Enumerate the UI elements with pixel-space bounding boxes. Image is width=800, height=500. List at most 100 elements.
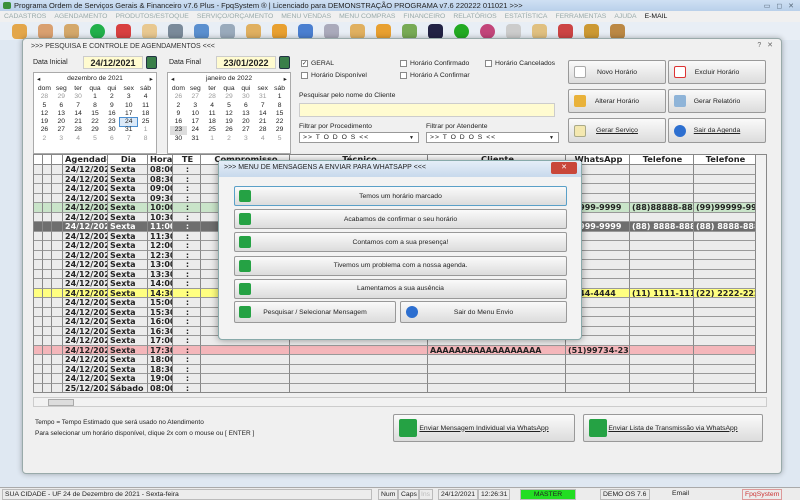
toolbar-icon-7[interactable] bbox=[194, 23, 209, 39]
calendar-day[interactable]: 31 bbox=[254, 93, 271, 101]
calendar-day[interactable]: 28 bbox=[254, 126, 271, 134]
calendar-day[interactable]: 1 bbox=[137, 126, 154, 134]
menu-item-10[interactable]: AJUDA bbox=[614, 11, 636, 22]
column-header[interactable] bbox=[34, 155, 43, 165]
calendar-day[interactable]: 7 bbox=[120, 135, 137, 143]
calendar-day[interactable]: 28 bbox=[70, 126, 87, 134]
toolbar-icon-2[interactable] bbox=[64, 23, 79, 39]
calendar-icon[interactable] bbox=[146, 56, 157, 69]
calendar-day[interactable]: 16 bbox=[103, 110, 120, 118]
toolbar-icon-22[interactable] bbox=[584, 23, 599, 39]
calendar-day[interactable]: 30 bbox=[237, 93, 254, 101]
calendar-day[interactable]: 19 bbox=[221, 118, 238, 126]
calendar-day[interactable]: 20 bbox=[237, 118, 254, 126]
column-header[interactable]: Telefone bbox=[630, 155, 694, 165]
column-header[interactable] bbox=[43, 155, 52, 165]
toolbar-icon-10[interactable] bbox=[272, 23, 287, 39]
calendar-day[interactable]: 30 bbox=[70, 93, 87, 101]
toolbar-icon-3[interactable] bbox=[90, 23, 105, 39]
calendar-day[interactable]: 5 bbox=[87, 135, 104, 143]
message-button-1[interactable]: Acabamos de confirmar o seu horário bbox=[234, 209, 567, 230]
calendar-day[interactable]: 3 bbox=[53, 135, 70, 143]
pesquisar-mensagem-button[interactable]: Pesquisar / Selecionar Mensagem bbox=[234, 301, 396, 323]
filter-checkbox-2[interactable]: Horário Cancelados bbox=[485, 60, 555, 67]
menu-item-7[interactable]: RELATÓRIOS bbox=[453, 11, 496, 22]
column-header[interactable]: TE bbox=[173, 155, 201, 165]
calendar-day[interactable]: 1 bbox=[271, 93, 288, 101]
menu-item-3[interactable]: SERVIÇO/ORÇAMENTO bbox=[197, 11, 273, 22]
calendar-day[interactable]: 21 bbox=[254, 118, 271, 126]
table-row[interactable]: 24/12/2021Sexta18:00: bbox=[34, 355, 756, 365]
calendar-day[interactable]: 6 bbox=[103, 135, 120, 143]
column-header[interactable]: Agendado bbox=[63, 155, 108, 165]
calendar-day[interactable]: 13 bbox=[53, 110, 70, 118]
calendar-day[interactable]: 17 bbox=[187, 118, 204, 126]
calendar-day[interactable]: 29 bbox=[271, 126, 288, 134]
calendar-day[interactable]: 26 bbox=[36, 126, 53, 134]
toolbar-icon-4[interactable] bbox=[116, 23, 131, 39]
calendar-day[interactable]: 12 bbox=[221, 110, 238, 118]
calendar-day[interactable]: 10 bbox=[120, 102, 137, 110]
calendar-day[interactable]: 26 bbox=[221, 126, 238, 134]
toolbar-icon-15[interactable] bbox=[402, 23, 417, 39]
calendar-day[interactable]: 4 bbox=[254, 135, 271, 143]
calendar-day[interactable]: 27 bbox=[237, 126, 254, 134]
filtro-procedimento-select[interactable]: >> T O D O S << ▼ bbox=[299, 132, 419, 143]
calendar-day[interactable]: 4 bbox=[70, 135, 87, 143]
toolbar-icon-23[interactable] bbox=[610, 23, 625, 39]
calendar-day[interactable]: 31 bbox=[187, 135, 204, 143]
toolbar-icon-13[interactable] bbox=[350, 23, 365, 39]
calendar-day[interactable]: 14 bbox=[70, 110, 87, 118]
toolbar-icon-18[interactable] bbox=[480, 23, 495, 39]
calendar-day[interactable]: 5 bbox=[271, 135, 288, 143]
menu-item-11[interactable]: E-MAIL bbox=[645, 11, 668, 22]
calendar-day[interactable]: 19 bbox=[36, 118, 53, 126]
toolbar-icon-8[interactable] bbox=[220, 23, 235, 39]
calendar-day[interactable]: 23 bbox=[103, 118, 120, 126]
calendar-day[interactable]: 4 bbox=[137, 93, 154, 101]
calendar-icon[interactable] bbox=[279, 56, 290, 69]
calendar-day[interactable]: 18 bbox=[204, 118, 221, 126]
toolbar-icon-1[interactable] bbox=[38, 23, 53, 39]
menu-item-8[interactable]: ESTATÍSTICA bbox=[505, 11, 548, 22]
toolbar-icon-0[interactable] bbox=[12, 23, 27, 39]
calendar-day[interactable]: 2 bbox=[221, 135, 238, 143]
calendar-day[interactable]: 21 bbox=[70, 118, 87, 126]
calendar-day[interactable]: 9 bbox=[103, 102, 120, 110]
client-search-input[interactable] bbox=[299, 103, 555, 117]
message-button-3[interactable]: Tivemos um problema com a nossa agenda. bbox=[234, 255, 567, 276]
calendar-day[interactable]: 12 bbox=[36, 110, 53, 118]
calendar-day[interactable]: 30 bbox=[103, 126, 120, 134]
table-row[interactable]: 24/12/2021Sexta17:30: AAAAAAAAAAAAAAAAAA(… bbox=[34, 345, 756, 355]
calendar-inicial[interactable]: ◂ dezembro de 2021 ▸ dom seg ter qua qui sex sáb 2… bbox=[33, 72, 157, 154]
calendar-day[interactable]: 25 bbox=[137, 118, 154, 126]
prev-month-icon[interactable]: ◂ bbox=[171, 75, 174, 83]
calendar-day[interactable]: 25 bbox=[204, 126, 221, 134]
menu-item-4[interactable]: MENU VENDAS bbox=[281, 11, 331, 22]
calendar-day[interactable]: 5 bbox=[36, 102, 53, 110]
calendar-day[interactable]: 3 bbox=[187, 102, 204, 110]
calendar-day[interactable]: 15 bbox=[271, 110, 288, 118]
gerar-relatorio-button[interactable]: Gerar Relatório bbox=[668, 89, 766, 113]
horizontal-scrollbar[interactable] bbox=[33, 397, 767, 407]
calendar-day[interactable]: 6 bbox=[237, 102, 254, 110]
calendar-day[interactable]: 24 bbox=[119, 117, 139, 128]
prev-month-icon[interactable]: ◂ bbox=[37, 75, 40, 83]
toolbar-icon-21[interactable] bbox=[558, 23, 573, 39]
column-header[interactable]: Dia bbox=[108, 155, 148, 165]
menu-item-9[interactable]: FERRAMENTAS bbox=[555, 11, 606, 22]
menu-item-2[interactable]: PRODUTOS/ESTOQUE bbox=[115, 11, 188, 22]
calendar-day[interactable]: 13 bbox=[237, 110, 254, 118]
data-inicial-field[interactable]: 24/12/2021 bbox=[83, 56, 143, 69]
calendar-final[interactable]: ◂ janeiro de 2022 ▸ dom seg ter qua qui sex sáb 26… bbox=[167, 72, 291, 154]
next-month-icon[interactable]: ▸ bbox=[284, 75, 287, 83]
calendar-day[interactable]: 28 bbox=[36, 93, 53, 101]
message-button-2[interactable]: Contamos com a sua presença! bbox=[234, 232, 567, 253]
calendar-day[interactable]: 11 bbox=[137, 102, 154, 110]
calendar-day[interactable]: 2 bbox=[170, 102, 187, 110]
calendar-day[interactable]: 1 bbox=[204, 135, 221, 143]
filter-checkbox-4[interactable]: Horário A Confirmar bbox=[400, 72, 470, 79]
calendar-day[interactable]: 14 bbox=[254, 110, 271, 118]
calendar-day[interactable]: 8 bbox=[137, 135, 154, 143]
toolbar-icon-11[interactable] bbox=[298, 23, 313, 39]
